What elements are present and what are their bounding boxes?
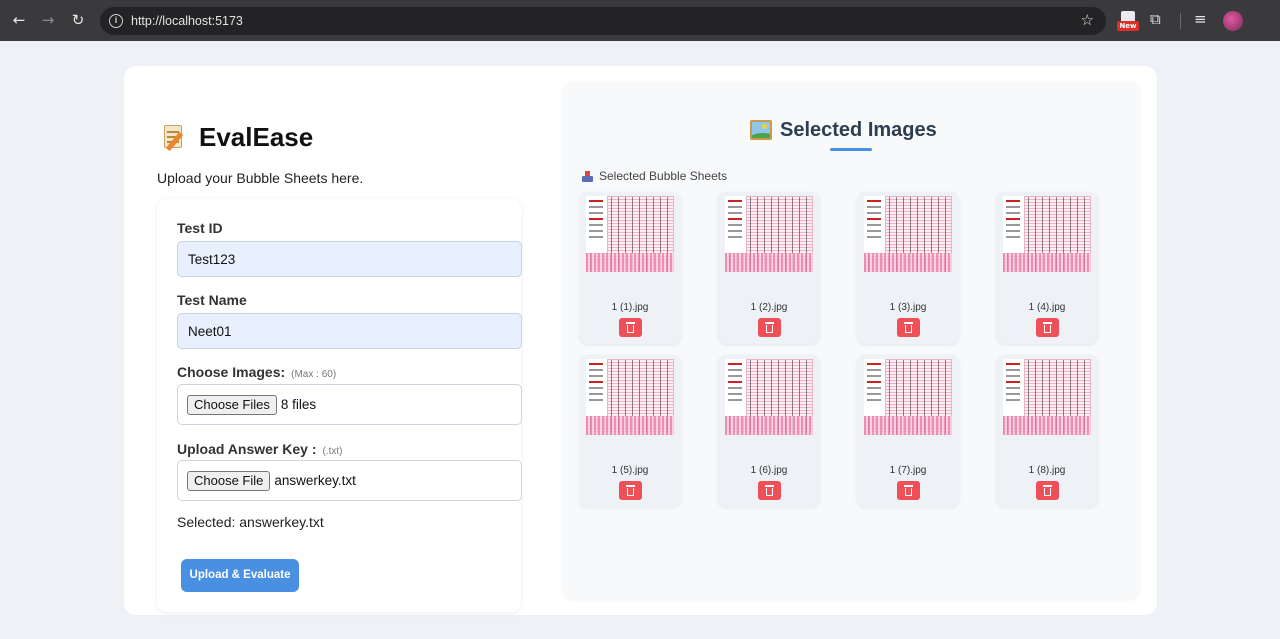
sheet-answer-band <box>586 253 674 272</box>
sheet-header-area <box>725 359 747 416</box>
reload-icon[interactable]: ↻ <box>69 11 87 29</box>
delete-image-button[interactable] <box>897 318 920 337</box>
test-id-label: Test ID <box>177 220 223 236</box>
image-card: 1 (7).jpg <box>857 355 959 507</box>
sheet-header-area <box>1003 359 1025 416</box>
trash-icon <box>765 485 774 496</box>
brand-title: EvalEase <box>199 121 314 152</box>
image-card: 1 (6).jpg <box>718 355 820 507</box>
extension-new-icon[interactable]: New <box>1117 11 1139 33</box>
selected-file-text: Selected: answerkey.txt <box>177 514 324 530</box>
answer-key-hint: (.txt) <box>322 446 343 457</box>
test-name-input[interactable] <box>177 313 522 349</box>
framed-picture-icon <box>750 120 772 140</box>
toolbar-divider <box>1180 13 1181 29</box>
sheet-answer-band <box>864 416 952 435</box>
sheet-answer-band <box>725 253 813 272</box>
sheet-answer-band <box>586 416 674 435</box>
sheet-header-area <box>586 196 608 253</box>
choose-images-label-text: Choose Images: <box>177 364 286 380</box>
trash-icon <box>1043 485 1052 496</box>
upload-evaluate-button[interactable]: Upload & Evaluate <box>181 559 299 592</box>
sheet-answer-band <box>864 253 952 272</box>
sheet-answer-band <box>1003 253 1091 272</box>
test-id-input[interactable] <box>177 241 522 277</box>
trash-icon <box>904 322 913 333</box>
image-filename: 1 (6).jpg <box>750 465 788 476</box>
image-filename: 1 (8).jpg <box>1028 465 1066 476</box>
sheet-header-area <box>864 196 886 253</box>
answer-key-label: Upload Answer Key : (.txt) <box>177 441 343 457</box>
image-filename: 1 (7).jpg <box>889 465 927 476</box>
image-filename: 1 (1).jpg <box>611 302 649 313</box>
title-underline <box>830 148 872 151</box>
image-filename: 1 (3).jpg <box>889 302 927 313</box>
delete-image-button[interactable] <box>1036 481 1059 500</box>
bookmark-star-icon[interactable]: ☆ <box>1081 11 1094 29</box>
trash-icon <box>765 322 774 333</box>
media-control-icon[interactable]: ≡ <box>1194 10 1207 32</box>
image-card: 1 (1).jpg <box>579 192 681 344</box>
bubble-sheets-section-label: Selected Bubble Sheets <box>582 168 727 184</box>
back-arrow-icon[interactable]: ← <box>10 11 28 29</box>
selected-images-title: Selected Images <box>780 118 937 141</box>
profile-avatar[interactable] <box>1223 11 1243 31</box>
image-filename: 1 (2).jpg <box>750 302 788 313</box>
answer-key-file-input[interactable]: Choose File answerkey.txt <box>177 460 522 501</box>
delete-image-button[interactable] <box>619 318 642 337</box>
images-file-status: 8 files <box>280 397 317 412</box>
selected-images-header: Selected Images <box>750 116 937 144</box>
brand-header: EvalEase <box>162 120 313 154</box>
memo-icon <box>162 123 188 152</box>
delete-image-button[interactable] <box>619 481 642 500</box>
image-card: 1 (8).jpg <box>996 355 1098 507</box>
answer-key-label-text: Upload Answer Key : <box>177 441 317 457</box>
sheet-header-area <box>864 359 886 416</box>
choose-file-button[interactable]: Choose File <box>187 470 271 491</box>
choose-files-button[interactable]: Choose Files <box>187 394 277 415</box>
image-card: 1 (5).jpg <box>579 355 681 507</box>
image-filename: 1 (5).jpg <box>611 465 649 476</box>
inbox-tray-icon <box>582 170 593 182</box>
extensions-puzzle-icon[interactable]: ⧉ <box>1150 10 1161 32</box>
trash-icon <box>904 485 913 496</box>
delete-image-button[interactable] <box>758 318 781 337</box>
trash-icon <box>1043 322 1052 333</box>
sheet-answer-band <box>725 416 813 435</box>
sheet-answer-band <box>1003 416 1091 435</box>
image-filename: 1 (4).jpg <box>1028 302 1066 313</box>
browser-toolbar: ← → ↻ i http://localhost:5173 ☆ New ⧉ ≡ <box>0 0 1280 41</box>
site-info-icon[interactable]: i <box>109 14 123 28</box>
page-subtitle: Upload your Bubble Sheets here. <box>157 170 364 186</box>
image-card: 1 (2).jpg <box>718 192 820 344</box>
bubble-sheets-section-text: Selected Bubble Sheets <box>599 169 728 183</box>
choose-images-label: Choose Images: (Max : 60) <box>177 364 336 380</box>
image-card: 1 (4).jpg <box>996 192 1098 344</box>
delete-image-button[interactable] <box>758 481 781 500</box>
trash-icon <box>626 485 635 496</box>
delete-image-button[interactable] <box>1036 318 1059 337</box>
images-file-input[interactable]: Choose Files 8 files <box>177 384 522 425</box>
sheet-header-area <box>725 196 747 253</box>
forward-arrow-icon[interactable]: → <box>39 11 57 29</box>
test-name-label: Test Name <box>177 292 247 308</box>
choose-images-hint: (Max : 60) <box>291 369 337 380</box>
new-badge: New <box>1117 21 1139 31</box>
delete-image-button[interactable] <box>897 481 920 500</box>
sheet-header-area <box>1003 196 1025 253</box>
image-card: 1 (3).jpg <box>857 192 959 344</box>
address-bar[interactable]: i http://localhost:5173 ☆ <box>100 7 1106 35</box>
trash-icon <box>626 322 635 333</box>
sheet-header-area <box>586 359 608 416</box>
url-text[interactable]: http://localhost:5173 <box>131 14 243 28</box>
answer-key-file-status: answerkey.txt <box>274 473 356 488</box>
